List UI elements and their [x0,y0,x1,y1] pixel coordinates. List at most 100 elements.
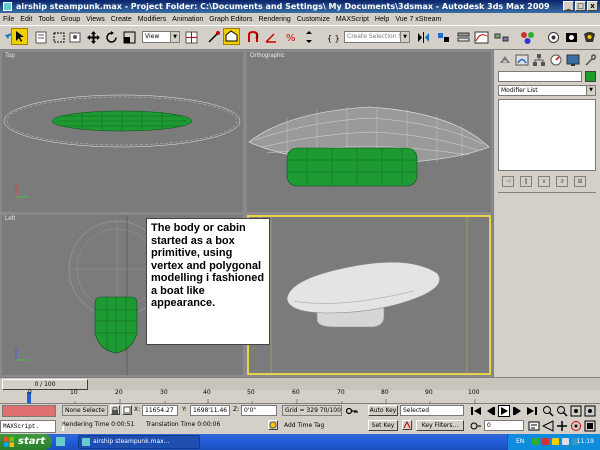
time-tag-icon[interactable] [268,420,278,430]
maxscript-listener-mini[interactable] [2,405,56,417]
select-manipulate-icon[interactable] [206,30,221,45]
time-config-icon[interactable] [528,420,540,432]
hierarchy-tab-icon[interactable] [531,53,547,67]
maximize-button[interactable]: □ [575,1,586,11]
start-button[interactable]: start [0,434,52,450]
menu-modifiers[interactable]: Modifiers [138,16,166,23]
menu-help[interactable]: Help [375,16,389,23]
material-editor-icon[interactable] [520,30,535,45]
move-icon[interactable] [86,30,101,45]
key-mode-icon[interactable] [346,405,358,417]
taskbar-window-button[interactable]: airship steampunk.max... [78,435,200,449]
render-frame-icon[interactable] [564,30,579,45]
configure-sets-icon[interactable]: ⊞ [574,176,586,187]
menu-views[interactable]: Views [86,16,105,23]
quick-launch-icon[interactable] [56,437,65,446]
zoom-icon[interactable] [542,405,554,417]
mirror-icon[interactable] [416,30,431,45]
window-crossing-icon[interactable] [68,30,83,45]
pin-stack-icon[interactable]: ⊣ [502,176,514,187]
next-frame-icon[interactable] [512,405,524,417]
viewport-top-label[interactable]: Top [5,53,15,59]
previous-frame-icon[interactable] [484,405,496,417]
curve-editor-icon[interactable] [474,30,489,45]
tray-app-icon[interactable] [532,438,539,445]
trackbar[interactable]: 0 10 20 30 40 50 60 70 80 90 100 [0,389,600,404]
menu-customize[interactable]: Customize [297,16,330,23]
maxscript-input[interactable]: MAXScript. [0,420,56,433]
percent-snap-icon[interactable]: % [284,30,299,45]
edit-named-selection-icon[interactable]: { } [326,30,341,45]
reference-coord-combo[interactable]: View ▼ [142,31,180,43]
rotate-icon[interactable] [104,30,119,45]
viewport-perspective[interactable]: ective [247,215,491,375]
quick-render-icon[interactable] [582,30,597,45]
orbit-icon[interactable] [570,420,582,432]
menu-tools[interactable]: Tools [38,16,54,23]
key-filters-button[interactable]: Key Filters... [416,420,464,431]
menu-graph-editors[interactable]: Graph Editors [209,16,252,23]
auto-key-button[interactable]: Auto Key [368,405,398,416]
spinner-snap-icon[interactable] [302,30,317,45]
snap-toggle-icon[interactable]: 3 [246,30,261,45]
create-tab-icon[interactable] [497,53,513,67]
z-coord-field[interactable]: 0'0" [241,405,277,416]
tray-security-icon[interactable] [542,438,549,445]
motion-tab-icon[interactable] [548,53,564,67]
display-tab-icon[interactable] [565,53,581,67]
named-selection-combo[interactable]: Create Selection Set ▼ [344,31,410,43]
y-coord-field[interactable]: 1698'11.46 [190,405,230,416]
pan-view-icon[interactable] [556,420,568,432]
render-setup-icon[interactable] [546,30,561,45]
field-of-view-icon[interactable] [542,420,554,432]
goto-start-icon[interactable] [470,405,482,417]
menu-maxscript[interactable]: MAXScript [336,16,369,23]
menu-edit[interactable]: Edit [20,16,32,23]
layer-manager-icon[interactable] [456,30,471,45]
schematic-view-icon[interactable] [494,30,509,45]
menu-vue-xstream[interactable]: Vue 7 xStream [395,16,441,23]
select-object-icon[interactable] [11,28,28,45]
viewport-top[interactable]: Top [2,52,243,212]
modifier-stack[interactable] [498,99,596,171]
menu-animation[interactable]: Animation [172,16,203,23]
utilities-tab-icon[interactable] [582,53,598,67]
close-button[interactable]: x [587,1,598,11]
angle-snap-icon[interactable] [264,30,279,45]
menu-create[interactable]: Create [111,16,132,23]
viewport-ortho-label[interactable]: Orthographic [250,53,285,59]
tray-volume-icon[interactable] [562,438,569,445]
x-coord-field[interactable]: 11654.27 [142,405,178,416]
language-indicator[interactable]: EN [516,434,524,450]
select-by-name-icon[interactable] [34,30,49,45]
current-frame-field[interactable]: 0 [484,420,524,431]
menu-file[interactable]: File [3,16,14,23]
absolute-mode-icon[interactable] [122,405,132,415]
remove-modifier-icon[interactable]: ∂ [556,176,568,187]
lock-selection-icon[interactable] [110,405,120,415]
modify-tab-icon[interactable] [514,53,530,67]
zoom-extents-all-icon[interactable] [584,405,596,417]
maximize-viewport-icon[interactable] [584,420,596,432]
keyboard-shortcut-icon[interactable] [223,28,240,45]
pivot-center-icon[interactable] [184,30,199,45]
menu-group[interactable]: Group [61,16,80,23]
time-slider-bar[interactable]: 0 / 100 [0,377,600,390]
make-unique-icon[interactable]: ∨ [538,176,550,187]
zoom-extents-icon[interactable] [570,405,582,417]
viewport-left-label[interactable]: Left [5,216,15,222]
scale-icon[interactable] [122,30,137,45]
show-end-result-icon[interactable]: ‖ [520,176,532,187]
menu-rendering[interactable]: Rendering [258,16,290,23]
selection-set-dropdown[interactable]: Selected [400,405,464,416]
align-icon[interactable] [436,30,451,45]
modifier-list-dropdown[interactable]: Modifier List ▼ [498,85,596,96]
key-mode-toggle-icon[interactable] [470,420,482,432]
default-in-out-icon[interactable] [402,420,412,430]
play-icon[interactable] [498,405,510,417]
add-time-tag[interactable]: Add Time Tag [284,421,344,432]
region-select-icon[interactable] [52,30,67,45]
tray-network-icon[interactable] [552,438,559,445]
object-color-swatch[interactable] [585,71,596,82]
viewport-orthographic[interactable]: Orthographic [247,52,491,212]
